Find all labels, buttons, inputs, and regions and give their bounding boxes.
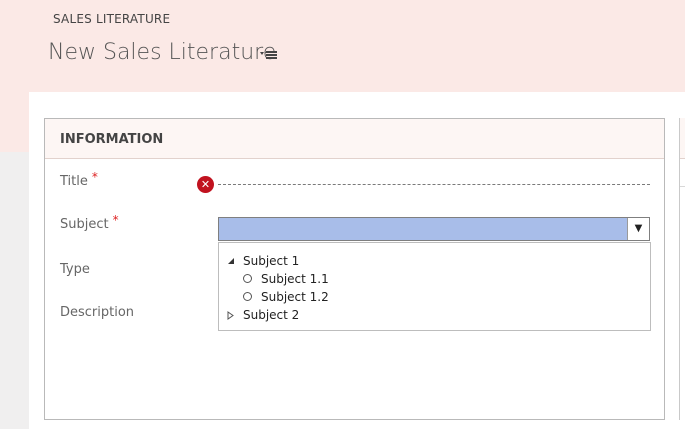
subject-tree-dropdown: Subject 1 Subject 1.1 Subject 1.2 Subjec… — [218, 242, 651, 331]
record-title: New Sales Literature — [48, 40, 277, 65]
required-marker: * — [91, 170, 98, 184]
right-section-header — [680, 118, 685, 159]
title-label-text: Title — [60, 174, 88, 189]
error-icon: ✕ — [197, 176, 214, 193]
subject-lookup-input[interactable]: ▼ — [218, 217, 650, 241]
title-input[interactable] — [218, 184, 650, 185]
tree-item-label: Subject 1.2 — [261, 290, 329, 304]
entity-label: SALES LITERATURE — [53, 12, 171, 26]
collapse-triangle-icon[interactable] — [227, 257, 235, 265]
tree-item-label: Subject 1.1 — [261, 272, 329, 286]
section-title: INFORMATION — [60, 132, 164, 147]
tree-item-label: Subject 1 — [243, 254, 300, 268]
section-header: INFORMATION — [45, 119, 664, 159]
required-marker: * — [112, 213, 119, 227]
form-selector-menu-icon[interactable] — [258, 46, 278, 62]
tree-item-label: Subject 2 — [243, 308, 300, 322]
radio-icon[interactable] — [243, 274, 252, 283]
right-section-divider — [680, 186, 685, 187]
expand-triangle-icon[interactable] — [227, 311, 235, 320]
subject-field-label: Subject * — [60, 213, 119, 232]
right-section-edge — [679, 118, 685, 420]
chevron-down-icon[interactable]: ▼ — [627, 218, 649, 240]
radio-icon[interactable] — [243, 292, 252, 301]
title-field-label: Title * — [60, 170, 98, 189]
type-field-label: Type — [60, 262, 90, 277]
subject-label-text: Subject — [60, 217, 109, 232]
description-field-label: Description — [60, 305, 135, 320]
